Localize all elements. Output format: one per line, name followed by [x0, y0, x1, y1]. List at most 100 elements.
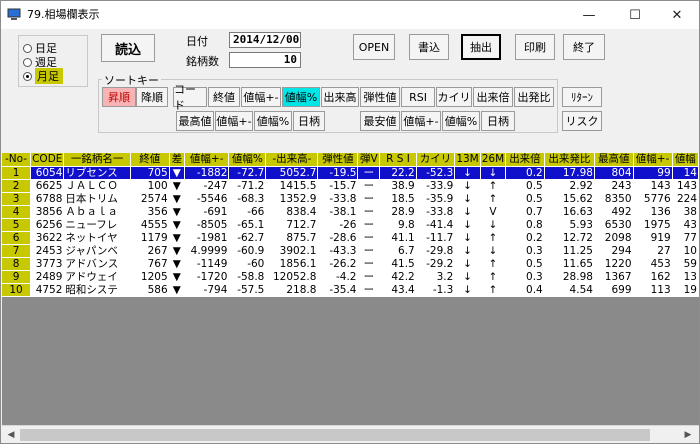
sort-volume-button[interactable]: 出来高 [321, 87, 359, 107]
column-header[interactable]: 最高値 [594, 153, 634, 167]
column-header[interactable]: 出来発比 [544, 153, 595, 167]
date-field[interactable]: 2014/12/00 [229, 32, 301, 48]
close-button[interactable]: ✕ [655, 1, 699, 29]
column-header[interactable]: -出来高- [265, 153, 319, 167]
table-cell: 6054 [30, 166, 65, 180]
column-header[interactable]: -No- [2, 153, 32, 167]
sort-low-range-button[interactable]: 値幅+- [401, 111, 441, 131]
column-header[interactable]: 弾性値 [317, 153, 359, 167]
table-row[interactable]: 2 6625 ＪＡＬＣＯ 100 ▼ -247 -71.2 1415.5 -15.7 ー 38.9-… [2, 179, 699, 193]
horizontal-scrollbar[interactable]: ◀ ▶ [2, 425, 699, 443]
print-button[interactable]: 印刷 [515, 34, 555, 60]
table-cell: ▼ [169, 231, 186, 245]
radio-monthly[interactable]: 月足 [23, 68, 63, 84]
sort-ascending-button[interactable]: 昇順 [102, 87, 136, 107]
table-cell: -60 [228, 257, 267, 271]
load-button[interactable]: 読込 [101, 34, 155, 62]
table-cell: 43 [672, 218, 699, 232]
extract-button[interactable]: 抽出 [461, 34, 501, 60]
table-cell: 28.9 [379, 205, 417, 219]
sort-elasticity-button[interactable]: 弾性値 [360, 87, 400, 107]
sort-start-ratio-button[interactable]: 出発比 [514, 87, 554, 107]
table-row[interactable]: 5 6256 ニューフレ 4555 ▼ -8505 -65.1 712.7 -26 ー 9.8 -41… [2, 218, 699, 232]
maximize-button[interactable]: ☐ [613, 1, 657, 29]
table-cell: 0.2 [505, 231, 545, 245]
open-button[interactable]: OPEN [353, 34, 395, 60]
table-cell: 10 [672, 244, 699, 258]
sort-low-button[interactable]: 最安値 [360, 111, 400, 131]
sort-volume-ratio-button[interactable]: 出来倍 [473, 87, 513, 107]
table-row[interactable]: 8 3773 アドバンス 767 ▼ -1149 -60 1856.1 -26.2 ー 41.5 -2… [2, 257, 699, 271]
table-cell: ↓ [480, 166, 507, 180]
column-header[interactable]: 一銘柄名一 [63, 153, 131, 167]
scroll-thumb[interactable] [20, 429, 650, 441]
table-cell: ↑ [480, 257, 507, 271]
table-row[interactable]: 10 4752 昭和システ 586 ▼ -794 -57.5 218.8 -35.4 ー 43.4-… [2, 283, 699, 297]
table-cell: 1856.1 [265, 257, 319, 271]
sort-descending-button[interactable]: 降順 [136, 87, 168, 107]
radio-daily[interactable]: 日足 [23, 41, 57, 55]
table-cell: リブセンス [63, 166, 131, 180]
sort-high-range-percent-button[interactable]: 値幅% [254, 111, 292, 131]
table-cell: ↓ [454, 244, 481, 258]
sort-risk-button[interactable]: リスク [562, 111, 602, 131]
table-cell: 1975 [633, 218, 673, 232]
column-header[interactable]: 終値 [130, 153, 170, 167]
table-cell: 224 [672, 192, 699, 206]
column-header[interactable]: R S I [379, 153, 417, 167]
exit-button[interactable]: 終了 [563, 34, 605, 60]
column-header[interactable]: 弾V [357, 153, 381, 167]
sort-high-days-button[interactable]: 日柄 [293, 111, 325, 131]
sort-low-range-percent-button[interactable]: 値幅% [442, 111, 480, 131]
table-cell: 267 [130, 244, 170, 258]
column-header[interactable]: 差 [169, 153, 186, 167]
table-cell: 243 [594, 179, 634, 193]
sort-deviation-button[interactable]: カイリ [436, 87, 472, 107]
table-cell: ー [357, 192, 381, 206]
write-button[interactable]: 書込 [409, 34, 449, 60]
sort-return-button[interactable]: ﾘﾀｰﾝ [562, 87, 602, 107]
table-cell: -1720 [184, 270, 230, 284]
radio-weekly[interactable]: 週足 [23, 55, 57, 69]
table-row[interactable]: 6 3622 ネットイヤ 1179 ▼ -1981 -62.7 875.7 -28.6 ー 41.1… [2, 231, 699, 245]
sort-high-button[interactable]: 最高値 [176, 111, 214, 131]
column-header[interactable]: 値幅+- [633, 153, 673, 167]
sort-code-button[interactable]: コード [173, 83, 207, 112]
sort-low-days-button[interactable]: 日柄 [481, 111, 515, 131]
table-cell: 28.98 [544, 270, 595, 284]
sort-range-button[interactable]: 値幅+- [241, 87, 281, 107]
table-cell: -71.2 [228, 179, 267, 193]
table-cell: -15.7 [317, 179, 359, 193]
sort-range-percent-button[interactable]: 値幅% [282, 87, 320, 107]
scroll-right-icon[interactable]: ▶ [680, 427, 696, 443]
table-cell: -35.9 [416, 192, 456, 206]
sort-rsi-button[interactable]: RSI [401, 87, 435, 107]
column-header[interactable]: 13M [454, 153, 481, 167]
column-header[interactable]: 値幅+- [184, 153, 230, 167]
table-cell: ▼ [169, 218, 186, 232]
table-row[interactable]: 7 2453 ジャパンベ 267 ▼ 4.9999 -60.9 3902.1 -43.3 ー 6.7… [2, 244, 699, 258]
minimize-button[interactable]: — [567, 1, 611, 29]
count-field[interactable]: 10 [229, 52, 301, 68]
column-header[interactable]: 出来倍 [505, 153, 545, 167]
column-header[interactable]: 26M [480, 153, 507, 167]
table-cell: -65.1 [228, 218, 267, 232]
table-row[interactable]: 9 2489 アドウェイ 1205 ▼ -1720 -58.8 12052.8 -4.2 ー 42.… [2, 270, 699, 284]
column-header[interactable]: 値幅% [228, 153, 267, 167]
column-header[interactable]: 値幅 [672, 153, 699, 167]
table-row[interactable]: 1 6054 リブセンス 705 ▼ -1882 -72.7 5052.7 -19.5 ー 22.2… [2, 166, 699, 180]
table-cell: 2.92 [544, 179, 595, 193]
table-cell: 16.63 [544, 205, 595, 219]
table-row[interactable]: 4 3856 Ａｂａｌａ 356 ▼ -691 -66 838.4 -38.1 ー 28.9 -33.… [2, 205, 699, 219]
table-cell: 699 [594, 283, 634, 297]
table-cell: ＪＡＬＣＯ [63, 179, 131, 193]
stock-grid[interactable]: -No- CODE 一銘柄名一 終値差値幅+- 値幅% -出来高- 弾性値 弾V R S I カイ… [2, 153, 699, 425]
column-header[interactable]: カイリ [416, 153, 456, 167]
table-row[interactable]: 3 6788 日本トリム 2574 ▼ -5546 -68.3 1352.9 -33.8 ー 18.… [2, 192, 699, 206]
table-cell: ↓ [454, 270, 481, 284]
sort-close-button[interactable]: 終値 [208, 87, 240, 107]
table-cell: 705 [130, 166, 170, 180]
column-header[interactable]: CODE [30, 153, 65, 167]
sort-high-range-button[interactable]: 値幅+- [215, 111, 253, 131]
scroll-left-icon[interactable]: ◀ [3, 427, 19, 443]
